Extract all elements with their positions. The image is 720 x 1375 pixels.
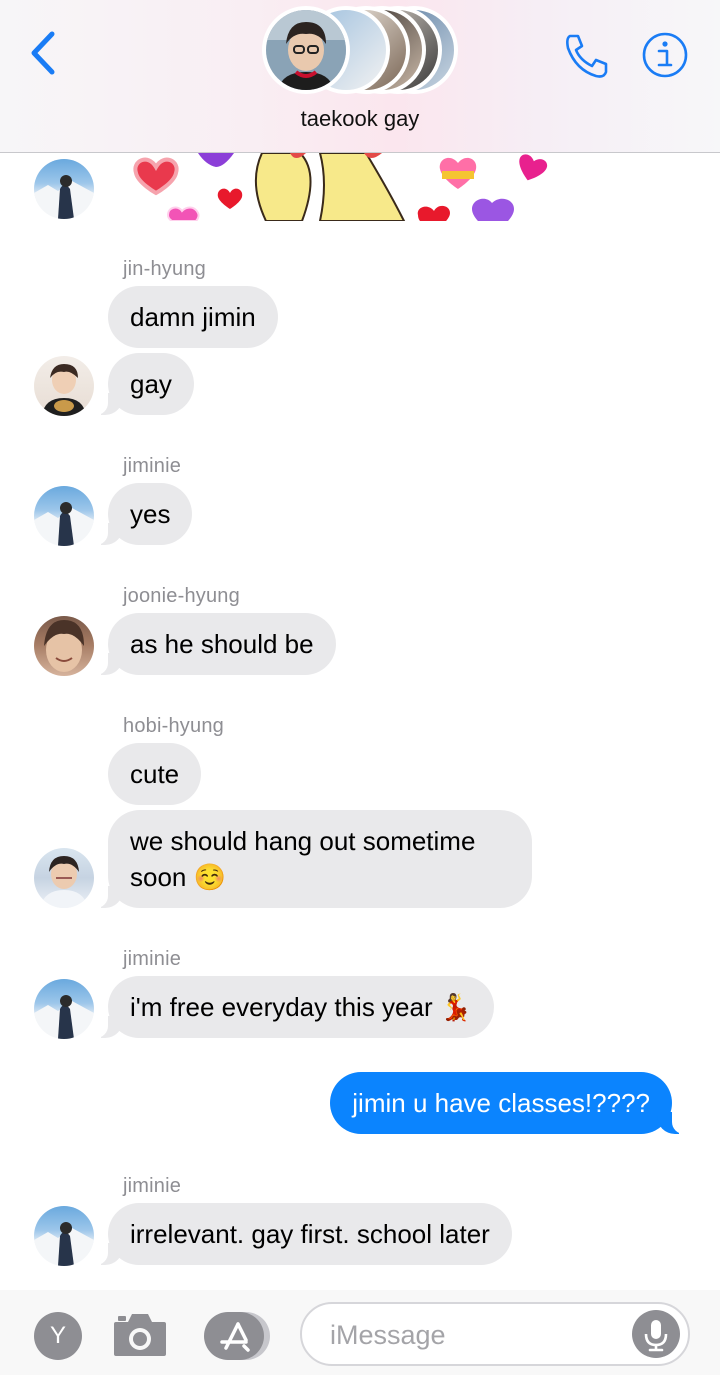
y-app-button[interactable]: Y: [34, 1312, 82, 1360]
sender-name: jin-hyung: [123, 258, 206, 280]
outgoing-message-bubble[interactable]: jimin u have classes!????: [330, 1072, 686, 1134]
sender-name: jiminie: [123, 455, 182, 477]
app-store-button[interactable]: [204, 1312, 270, 1360]
avatar[interactable]: [34, 979, 94, 1039]
sender-name: hobi-hyung: [123, 715, 224, 737]
camera-button[interactable]: [112, 1312, 168, 1358]
group-avatar-stack[interactable]: [262, 4, 458, 96]
conversation-header: taekook gay: [0, 0, 720, 153]
microphone-button[interactable]: [632, 1310, 680, 1358]
avatar[interactable]: [34, 486, 94, 546]
phone-icon: [566, 34, 608, 78]
avatar[interactable]: [34, 616, 94, 676]
avatar[interactable]: [34, 1206, 94, 1266]
avatar: [262, 6, 350, 94]
avatar[interactable]: [34, 356, 94, 416]
avatar[interactable]: [34, 848, 94, 908]
sender-name: jiminie: [123, 1175, 182, 1197]
sender-name: joonie-hyung: [123, 585, 240, 607]
message-bubble[interactable]: cute: [108, 743, 202, 805]
chevron-left-icon: [31, 31, 55, 75]
info-icon: [642, 32, 688, 78]
info-button[interactable]: [640, 30, 690, 80]
imessage-input[interactable]: iMessage: [300, 1302, 690, 1366]
message-bubble[interactable]: gay: [94, 353, 194, 415]
call-button[interactable]: [560, 30, 612, 82]
heart-sticker[interactable]: [120, 153, 560, 221]
avatar[interactable]: [34, 159, 94, 219]
camera-icon: [114, 1314, 166, 1356]
sender-name: jiminie: [123, 948, 182, 970]
message-bubble[interactable]: i'm free everyday this year 💃: [93, 976, 495, 1038]
message-input-bar: Y iMessage: [0, 1290, 720, 1375]
microphone-icon: [644, 1320, 668, 1352]
message-bubble[interactable]: irrelevant. gay first. school later: [94, 1203, 512, 1265]
group-title[interactable]: taekook gay: [0, 106, 720, 132]
app-store-icon: [204, 1312, 270, 1360]
message-bubble[interactable]: as he should be: [94, 613, 336, 675]
input-placeholder: iMessage: [330, 1320, 446, 1350]
message-bubble[interactable]: yes: [93, 483, 193, 545]
message-bubble[interactable]: damn jimin: [108, 286, 278, 348]
back-button[interactable]: [22, 28, 66, 78]
message-bubble[interactable]: we should hang out sometime soon ☺️: [94, 810, 532, 908]
